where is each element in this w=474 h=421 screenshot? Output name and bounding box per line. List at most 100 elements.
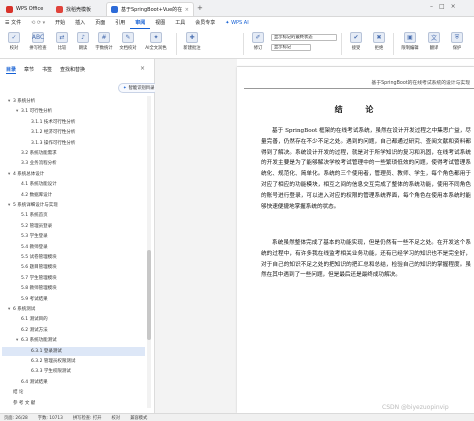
toc-item[interactable]: 4.2 数据库设计 xyxy=(2,191,145,200)
menu-page[interactable]: 页面 xyxy=(90,17,110,29)
reject-button[interactable]: ✖ 拒绝 xyxy=(368,32,390,56)
ai-polish-icon: ✦ xyxy=(150,32,162,43)
tab-templates[interactable]: 找稻壳模板 xyxy=(52,2,104,16)
ai-polish-button[interactable]: ✦ AI全文润色 xyxy=(142,32,170,56)
toc-item-label: 5.2 管理员登录 xyxy=(21,223,53,229)
tab-wps-office[interactable]: WPS Office xyxy=(2,2,49,16)
window-controls[interactable]: –□× xyxy=(430,3,462,10)
read-aloud-button[interactable]: ♪ 朗读 xyxy=(72,32,94,56)
restrict-edit-button[interactable]: ▣ 限制编辑 xyxy=(398,32,422,56)
toc-item[interactable]: 5.9 考试结果 xyxy=(2,295,145,304)
toc-item[interactable]: ▾ 6.3 系统功能测试 xyxy=(2,336,145,345)
spell-check-icon: ABC xyxy=(31,32,45,43)
word-count-button[interactable]: # 字数统计 xyxy=(93,32,115,56)
toc-item[interactable]: 4.1 系统功能设计 xyxy=(2,180,145,189)
tab-label: 基于SpringBoot+Vue的在线考试系统 xyxy=(121,7,182,13)
toc-item-selected[interactable]: 6.3.1 登录测试 xyxy=(2,346,145,356)
toc-item[interactable]: 6.1 测试目的 xyxy=(2,315,145,324)
quick-access-icons[interactable]: ⟲ ⟳ ▾ xyxy=(26,17,50,29)
toc-item-label: 3 系统分析 xyxy=(13,99,36,104)
protect-button[interactable]: ⛨ 保护 xyxy=(446,32,468,56)
menu-member[interactable]: 会员专享 xyxy=(190,17,220,29)
compat-mode: 兼容模式 xyxy=(130,415,148,421)
menu-reference[interactable]: 引用 xyxy=(110,17,130,29)
proofread-icon: ✓ xyxy=(8,32,20,43)
ribbon-divider xyxy=(243,33,244,55)
ribbon-divider xyxy=(176,33,177,55)
menu-tools[interactable]: 工具 xyxy=(170,17,190,29)
toc-item[interactable]: 3.1.3 操作可行性分析 xyxy=(2,139,145,148)
word-count[interactable]: 字数: 10713 xyxy=(38,415,63,421)
ruler xyxy=(237,59,474,67)
toc-item[interactable]: 6.3.2 管理员权限测试 xyxy=(2,357,145,366)
toc-item[interactable]: 5.7 学生管理模块 xyxy=(2,274,145,283)
compare-button[interactable]: ⇄ 比较 xyxy=(51,32,73,56)
shield-icon: ⛨ xyxy=(451,32,463,43)
new-tab-icon[interactable]: + xyxy=(197,4,203,12)
nav-tab-bookmarks[interactable]: 书签 xyxy=(42,66,52,73)
toc-item[interactable]: 5.5 试卷管理模块 xyxy=(2,253,145,262)
show-markup-select[interactable]: 显示标记 xyxy=(271,44,311,51)
spell-check-status[interactable]: 拼写检查: 打开 xyxy=(73,415,102,421)
translate-icon: 文 xyxy=(428,32,440,43)
doc-proof-icon: ✎ xyxy=(122,32,134,43)
toc-item[interactable]: 5.8 教师管理模块 xyxy=(2,284,145,293)
toc-item[interactable]: ▾ 6 系统测试 xyxy=(2,305,145,314)
menu-review[interactable]: 审阅 xyxy=(130,17,151,29)
nav-tab-find-replace[interactable]: 查找和替换 xyxy=(60,66,85,73)
page-count[interactable]: 页面: 26/28 xyxy=(4,415,28,421)
new-comment-button[interactable]: ✚ 新建批注 xyxy=(181,32,203,56)
wps-ai-menu[interactable]: ✦ WPS AI xyxy=(220,17,253,29)
toc-item[interactable]: 3.1.2 经济可行性分析 xyxy=(2,128,145,137)
toc-item-label: 4 系统总体设计 xyxy=(13,171,45,177)
track-changes-button[interactable]: ✐ 修订 xyxy=(247,32,269,56)
toc-item-label: 4.1 系统功能设计 xyxy=(21,182,57,188)
menu-view[interactable]: 视图 xyxy=(150,17,170,29)
toc-item-label: 3.1.1 技术可行性分析 xyxy=(31,119,76,125)
toc-item[interactable]: 3.1.1 技术可行性分析 xyxy=(2,118,145,127)
translate-button[interactable]: 文翻译 xyxy=(423,32,445,56)
toc-item-label: 结 论 xyxy=(13,390,24,396)
toc-item[interactable]: ▾ 3 系统分析 xyxy=(2,97,145,106)
close-icon[interactable]: × xyxy=(185,7,189,13)
toc-item[interactable]: ▾ 4 系统总体设计 xyxy=(2,170,145,179)
nav-tab-chapters[interactable]: 章节 xyxy=(24,66,34,73)
toc-item-label: 6.3.1 登录测试 xyxy=(31,348,62,354)
toc-item[interactable]: 5.2 管理员登录 xyxy=(2,222,145,231)
toc-item[interactable]: 6.4 测试结果 xyxy=(2,378,145,387)
proof-status[interactable]: 校对 xyxy=(111,415,120,421)
tab-document[interactable]: 基于SpringBoot+Vue的在线考试系统 × xyxy=(106,2,194,16)
nav-tab-toc[interactable]: 目录 xyxy=(6,66,17,74)
toc-item[interactable]: 3.2 系统功能需求 xyxy=(2,149,145,158)
smart-toc-button[interactable]: ✦ 智能识别目录 xyxy=(118,83,160,93)
toc-scrollbar-thumb[interactable] xyxy=(147,250,151,340)
menu-bar: ☰ 文件 ⟲ ⟳ ▾ 开始 插入 页面 引用 审阅 视图 工具 会员专享 ✦ W… xyxy=(0,17,474,29)
menu-start[interactable]: 开始 xyxy=(50,17,70,29)
toc-item[interactable]: 结 论 xyxy=(2,388,145,397)
ribbon-divider xyxy=(393,33,394,55)
accept-button[interactable]: ✔ 接受 xyxy=(345,32,367,56)
markup-state-select[interactable]: 显示标记的最终状态 xyxy=(271,34,337,41)
lock-icon: ▣ xyxy=(404,32,416,43)
toc-item[interactable]: 5.3 学生登录 xyxy=(2,232,145,241)
toc-item-label: 3.1 可行性分析 xyxy=(21,109,53,115)
menu-file[interactable]: ☰ 文件 xyxy=(0,17,26,29)
doc-proof-button[interactable]: ✎ 文档校对 xyxy=(117,32,139,56)
toc-item[interactable]: 6.2 测试方法 xyxy=(2,326,145,335)
toc-item[interactable]: 5.1 系统首页 xyxy=(2,211,145,220)
proofread-button[interactable]: ✓ 校对 xyxy=(3,32,25,56)
toc-item[interactable]: 6.3.3 学生权限测试 xyxy=(2,367,145,376)
toc-item[interactable]: 5.6 题目管理模块 xyxy=(2,263,145,272)
menu-insert[interactable]: 插入 xyxy=(70,17,90,29)
wps-logo-icon xyxy=(6,5,13,13)
spell-check-button[interactable]: ABC 拼写检查 xyxy=(27,32,49,56)
toc-item[interactable]: ▾ 5 系统详细设计与实现 xyxy=(2,201,145,210)
toc-item[interactable]: 5.4 教师登录 xyxy=(2,243,145,252)
toc-item-label: 5.3 学生登录 xyxy=(21,234,48,240)
toc-item[interactable]: ▾ 3.1 可行性分析 xyxy=(2,107,145,116)
toc-item[interactable]: 参 考 文 献 xyxy=(2,399,145,408)
toc-item-label: 5.9 考试结果 xyxy=(21,296,48,302)
close-icon[interactable]: × xyxy=(140,65,145,72)
toc-item-label: 5.7 学生管理模块 xyxy=(21,275,57,281)
toc-item[interactable]: 3.3 业务流程分析 xyxy=(2,159,145,168)
